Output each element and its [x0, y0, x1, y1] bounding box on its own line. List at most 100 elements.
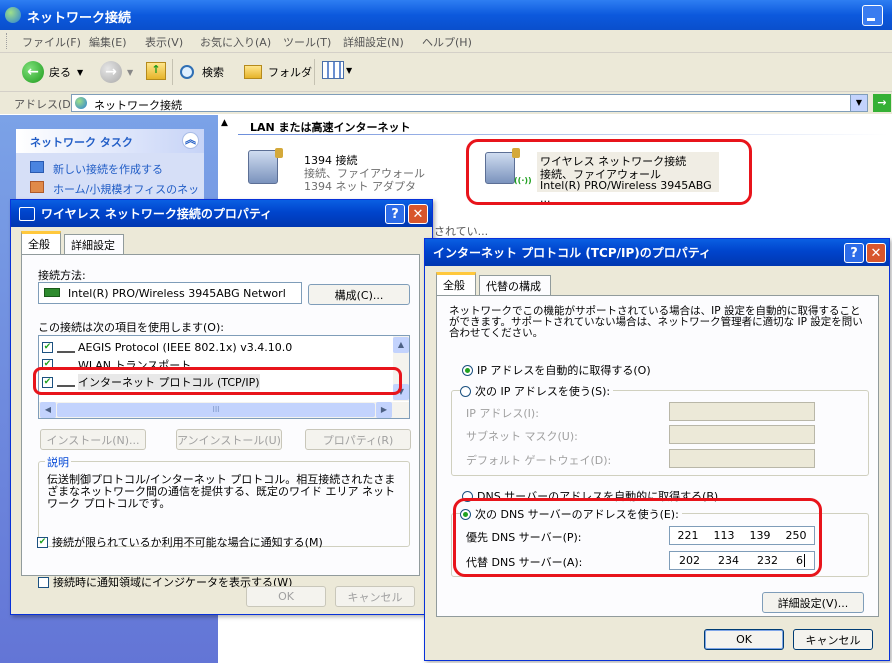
back-button[interactable]: ← 戻る ▼	[22, 60, 83, 84]
items-label: この接続は次の項目を使用します(O):	[38, 321, 224, 334]
wireless-dialog-titlebar[interactable]: ワイヤレス ネットワーク接続のプロパティ ? ✕	[11, 200, 432, 227]
preferred-dns-octet: 139	[749, 529, 771, 542]
list-item[interactable]: ✔ WLAN トランスポート	[42, 357, 382, 372]
item-checkbox[interactable]: ✔	[42, 376, 53, 388]
task-new-connection[interactable]: 新しい接続を作成する	[53, 161, 163, 177]
auto-ip-radio[interactable]	[462, 364, 473, 376]
go-icon[interactable]: →	[873, 94, 891, 112]
list-item[interactable]: ✔ AEGIS Protocol (IEEE 802.1x) v3.4.10.0	[42, 340, 382, 355]
menu-advanced[interactable]: 詳細設定(N)	[343, 34, 404, 50]
limited-notify-option[interactable]: ✔ 接続が限られているか利用不可能な場合に通知する(M)	[37, 534, 323, 550]
menu-view[interactable]: 表示(V)	[145, 34, 183, 50]
explorer-titlebar[interactable]: ネットワーク接続	[0, 0, 892, 30]
partial-text: されてい...	[434, 225, 489, 238]
auto-dns-label: DNS サーバーのアドレスを自動的に取得する(B)	[477, 490, 719, 503]
alternate-dns-octet: 202	[679, 554, 700, 567]
menu-help[interactable]: ヘルプ(H)	[422, 34, 472, 50]
scroll-right-icon[interactable]: ▶	[376, 402, 392, 418]
item-checkbox[interactable]: ✔	[42, 342, 53, 353]
address-dropdown-icon[interactable]: ▼	[850, 95, 867, 111]
auto-dns-option[interactable]: DNS サーバーのアドレスを自動的に取得する(B)	[462, 488, 718, 504]
menu-file[interactable]: ファイル(F)	[22, 34, 81, 50]
wireless-cancel-button[interactable]: キャンセル	[335, 586, 415, 607]
auto-ip-option[interactable]: IP アドレスを自動的に取得する(O)	[462, 362, 651, 378]
scroll-thumb[interactable]: III	[57, 403, 375, 417]
network-protocol-icon	[57, 343, 75, 353]
close-button[interactable]: ✕	[866, 243, 886, 263]
tcpip-general-page: ネットワークでこの機能がサポートされている場合は、IP 設定を自動的に取得するこ…	[436, 295, 879, 617]
scroll-down-icon[interactable]: ▼	[393, 384, 409, 400]
auto-ip-label: IP アドレスを自動的に取得する(O)	[477, 364, 651, 377]
menu-bar: ファイル(F) 編集(E) 表示(V) お気に入り(A) ツール(T) 詳細設定…	[0, 30, 892, 53]
task-panel-header[interactable]: ネットワーク タスク ︽	[16, 129, 204, 153]
minimize-button[interactable]	[862, 5, 883, 26]
limited-notify-checkbox[interactable]: ✔	[37, 536, 48, 548]
network-protocol-icon	[57, 360, 75, 370]
vertical-scrollbar[interactable]: ▲ ▼	[393, 336, 409, 401]
connection-wireless[interactable]: ((·)) ワイヤレス ネットワーク接続 接続、ファイアウォール Intel(R…	[485, 148, 725, 205]
properties-button[interactable]: プロパティ(R)	[305, 429, 411, 450]
views-button[interactable]: ▼	[322, 61, 352, 79]
address-field[interactable]: ネットワーク接続 ▼	[71, 94, 868, 112]
tcpip-ok-button[interactable]: OK	[704, 629, 784, 650]
manual-ip-radio[interactable]	[460, 385, 471, 397]
list-item[interactable]: ✔ インターネット プロトコル (TCP/IP)	[42, 374, 392, 390]
install-button[interactable]: インストール(N)...	[40, 429, 146, 450]
ip-address-field[interactable]	[669, 402, 815, 421]
help-button[interactable]: ?	[844, 243, 864, 263]
manual-dns-label: 次の DNS サーバーのアドレスを使う(E):	[475, 508, 679, 521]
preferred-dns-field[interactable]: 221 113 139 250	[669, 526, 815, 545]
tcpip-cancel-button[interactable]: キャンセル	[793, 629, 873, 650]
properties-icon	[19, 206, 35, 221]
menu-tools[interactable]: ツール(T)	[283, 34, 331, 50]
home-network-icon	[30, 181, 44, 193]
component-list[interactable]: ✔ AEGIS Protocol (IEEE 802.1x) v3.4.10.0…	[38, 335, 410, 419]
description-label: 説明	[45, 454, 71, 470]
collapse-chevron-icon[interactable]: ︽	[182, 132, 199, 149]
tab-advanced[interactable]: 詳細設定	[64, 234, 124, 254]
section-collapse-icon[interactable]: ▲	[221, 118, 228, 128]
folders-label: フォルダ	[268, 66, 312, 79]
gateway-field[interactable]	[669, 449, 815, 468]
task-home-network[interactable]: ホーム/小規模オフィスのネッ	[53, 181, 199, 197]
subnet-mask-field[interactable]	[669, 425, 815, 444]
manual-ip-option[interactable]: 次の IP アドレスを使う(S):	[460, 383, 614, 399]
item-checkbox[interactable]: ✔	[42, 359, 53, 370]
forward-button[interactable]: → ▼	[100, 60, 133, 84]
connection-1394[interactable]: 1394 接続 接続、ファイアウォール 1394 ネット アダプタ	[248, 148, 458, 198]
scroll-up-icon[interactable]: ▲	[393, 337, 409, 353]
tcpip-dialog-titlebar[interactable]: インターネット プロトコル (TCP/IP)のプロパティ ? ✕	[425, 239, 889, 266]
preferred-dns-octet: 221	[677, 529, 699, 542]
search-icon	[180, 65, 194, 79]
notify-icon-checkbox[interactable]	[38, 576, 49, 588]
tab-general[interactable]: 全般	[21, 231, 61, 254]
advanced-button[interactable]: 詳細設定(V)...	[762, 592, 864, 613]
help-button[interactable]: ?	[385, 204, 405, 224]
manual-dns-option[interactable]: 次の DNS サーバーのアドレスを使う(E):	[460, 506, 682, 522]
menu-edit[interactable]: 編集(E)	[89, 34, 127, 50]
back-label: 戻る	[49, 66, 71, 79]
scroll-left-icon[interactable]: ◀	[40, 402, 56, 418]
address-value: ネットワーク接続	[94, 99, 182, 112]
menu-favorites[interactable]: お気に入り(A)	[200, 34, 271, 50]
tab-alternate-config[interactable]: 代替の構成	[479, 275, 551, 295]
configure-button[interactable]: 構成(C)...	[308, 284, 410, 305]
search-button[interactable]: 検索	[180, 60, 224, 84]
gateway-label: デフォルト ゲートウェイ(D):	[466, 454, 612, 467]
explorer-title: ネットワーク接続	[27, 11, 132, 26]
tab-general[interactable]: 全般	[436, 272, 476, 295]
manual-dns-radio[interactable]	[460, 508, 471, 520]
back-dropdown-icon: ▼	[77, 67, 84, 77]
wireless-ok-button[interactable]: OK	[246, 586, 326, 607]
alternate-dns-field[interactable]: 202 234 232 6	[669, 551, 815, 570]
forward-arrow-icon: →	[100, 61, 122, 83]
horizontal-scrollbar[interactable]: ◀ III ▶	[39, 402, 409, 418]
uninstall-button[interactable]: アンインストール(U)	[176, 429, 282, 450]
wireless-dialog-title: ワイヤレス ネットワーク接続のプロパティ	[41, 207, 273, 221]
tcpip-properties-dialog: インターネット プロトコル (TCP/IP)のプロパティ ? ✕ 全般 代替の構…	[424, 238, 890, 661]
up-folder-icon[interactable]: ↑	[146, 62, 166, 80]
subnet-mask-label: サブネット マスク(U):	[466, 430, 578, 443]
auto-dns-radio[interactable]	[462, 490, 473, 502]
close-button[interactable]: ✕	[408, 204, 428, 224]
folders-button[interactable]: フォルダ	[244, 60, 312, 84]
